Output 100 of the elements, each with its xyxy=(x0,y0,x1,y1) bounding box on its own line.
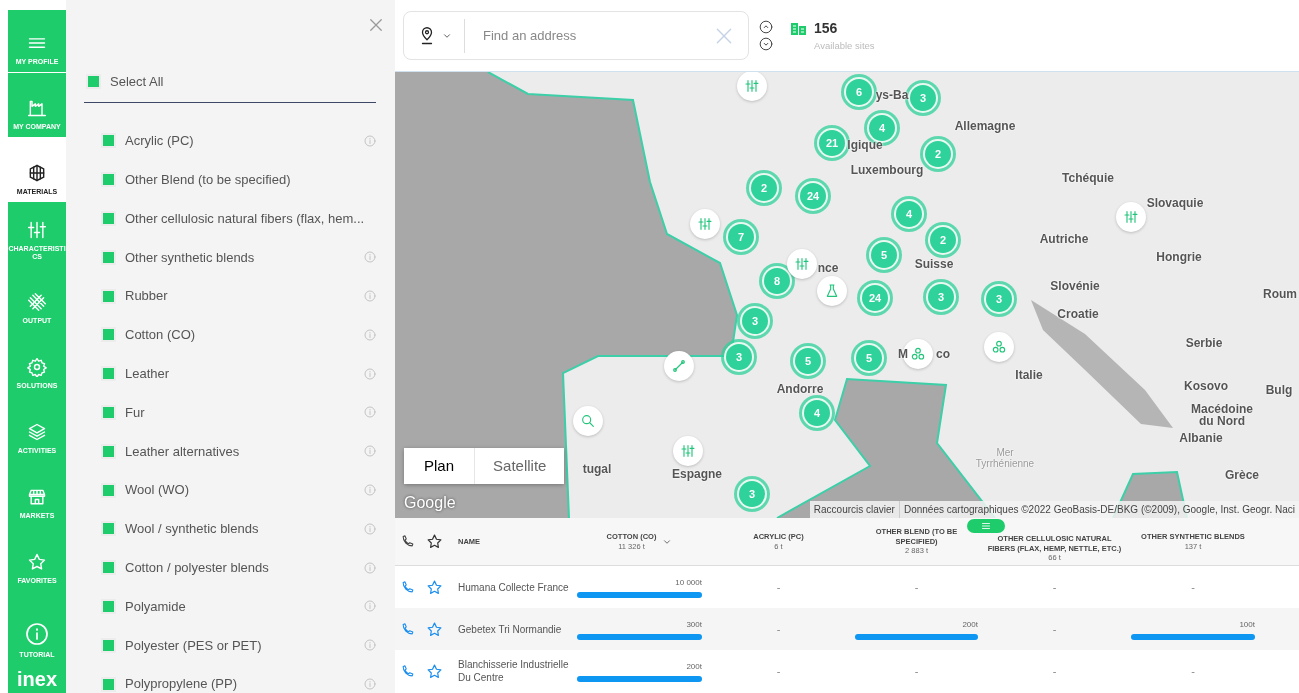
map-pin[interactable] xyxy=(673,436,703,466)
map-label: tugal xyxy=(582,461,612,478)
map-label: Grèce xyxy=(1225,467,1259,484)
map-pin[interactable] xyxy=(1116,202,1146,232)
star-icon xyxy=(425,662,443,680)
map-label: Kosovo xyxy=(1184,378,1228,395)
checkbox[interactable] xyxy=(101,172,116,188)
material-label: Cotton (CO) xyxy=(125,326,197,345)
map-pin[interactable] xyxy=(737,72,767,101)
map-label: Roum xyxy=(1263,286,1297,303)
material-label: Polypropylene (PP) xyxy=(125,675,238,693)
drag-handle[interactable] xyxy=(967,519,1005,533)
close-button[interactable] xyxy=(367,16,385,34)
material-label: Wool (WO) xyxy=(125,481,191,500)
map-pin[interactable] xyxy=(573,406,603,436)
empty-value: - xyxy=(775,621,782,637)
checkbox[interactable] xyxy=(101,133,116,149)
quantity-value: 300t xyxy=(686,618,702,631)
map-label: Suisse xyxy=(914,256,954,273)
checkbox[interactable] xyxy=(101,404,116,420)
search-bar[interactable]: Find an address xyxy=(403,11,749,60)
info-icon xyxy=(25,622,49,646)
site-name: Gebetex Tri Normandie xyxy=(457,622,563,636)
checkbox[interactable] xyxy=(101,560,116,576)
star-icon xyxy=(425,620,443,638)
map-logo: Google xyxy=(404,493,456,513)
star-icon xyxy=(27,552,47,573)
material-label: Wool / synthetic blends xyxy=(125,520,260,539)
checkbox[interactable] xyxy=(101,366,116,382)
map-label: Hongrie xyxy=(1156,249,1202,266)
site-count: 156 xyxy=(814,18,838,38)
empty-value: - xyxy=(913,579,920,595)
down-button[interactable] xyxy=(759,37,773,51)
phone-button[interactable] xyxy=(400,534,415,549)
site-name: Blanchisserie Industrielle Du Centre xyxy=(457,658,570,684)
checkbox[interactable] xyxy=(86,74,101,90)
buildings-icon xyxy=(791,21,806,35)
empty-value: - xyxy=(1190,579,1196,595)
material-label: Polyamide xyxy=(125,597,187,616)
cube-icon xyxy=(27,162,47,183)
map-label: Slovaquie xyxy=(1146,195,1204,212)
sliders-icon xyxy=(27,219,47,240)
map-pin[interactable] xyxy=(664,351,694,381)
map-label: Allemagne xyxy=(954,118,1016,135)
phone-icon xyxy=(400,621,415,637)
menu-icon xyxy=(980,520,992,532)
line-icon xyxy=(671,358,687,374)
map-label: Andorre xyxy=(776,381,824,398)
map-label: Tyrrhénienne xyxy=(975,456,1035,471)
checkbox[interactable] xyxy=(101,443,116,459)
map-label: Italie xyxy=(1015,367,1043,384)
sliders-icon xyxy=(1123,209,1139,225)
material-label: Other synthetic blends xyxy=(125,248,256,267)
logo: inex xyxy=(8,665,66,693)
material-label: Acrylic (PC) xyxy=(125,132,195,151)
map-label: Croatie xyxy=(1057,306,1099,323)
layers-icon xyxy=(27,422,47,443)
checkbox[interactable] xyxy=(101,598,116,614)
checkbox[interactable] xyxy=(101,249,116,265)
empty-value: - xyxy=(1051,663,1058,679)
star-icon xyxy=(425,533,443,550)
map-pin[interactable] xyxy=(787,249,817,279)
phone-icon xyxy=(400,579,415,595)
quantity-value: 100t xyxy=(1239,618,1255,631)
map-pin[interactable] xyxy=(817,276,847,306)
attribution-text: Raccourcis clavier xyxy=(812,503,896,517)
map-type-tab[interactable]: Plan xyxy=(404,448,475,484)
map-label: Tchéquie xyxy=(1062,170,1114,187)
checkbox[interactable] xyxy=(101,637,116,653)
material-label: Leather xyxy=(125,364,171,383)
empty-value: - xyxy=(913,663,920,679)
gear-icon xyxy=(27,357,47,378)
checkbox[interactable] xyxy=(101,482,116,498)
up-button[interactable] xyxy=(759,20,773,34)
flask-icon xyxy=(824,283,840,299)
material-label: Fur xyxy=(125,403,146,422)
map-label: Albanie xyxy=(1179,430,1223,447)
material-label: Leather alternatives xyxy=(125,442,241,461)
map-label: Luxembourg xyxy=(850,162,924,179)
checkbox[interactable] xyxy=(101,211,116,226)
map-label: M xyxy=(898,346,908,363)
empty-value: - xyxy=(1051,579,1058,595)
map-label: Espagne xyxy=(672,466,722,483)
empty-value: - xyxy=(1190,663,1196,679)
checkbox[interactable] xyxy=(101,521,116,537)
empty-value: - xyxy=(775,663,782,679)
checkbox[interactable] xyxy=(101,327,116,343)
map-pin[interactable] xyxy=(984,332,1014,362)
material-label: Polyester (PES or PET) xyxy=(125,636,263,655)
map-label: Bulg xyxy=(1265,382,1293,399)
map-type-tab[interactable]: Satellite xyxy=(474,448,565,484)
search-icon xyxy=(580,413,596,429)
checkbox[interactable] xyxy=(101,288,116,304)
map-label: Slovénie xyxy=(1050,278,1100,295)
empty-value: - xyxy=(775,579,782,595)
sliders-icon xyxy=(744,78,760,94)
material-label: Other cellulosic natural fibers (flax, hem... xyxy=(125,209,366,228)
checkbox[interactable] xyxy=(101,676,116,692)
map-pin[interactable] xyxy=(690,209,720,239)
favorite-button[interactable] xyxy=(425,533,443,550)
